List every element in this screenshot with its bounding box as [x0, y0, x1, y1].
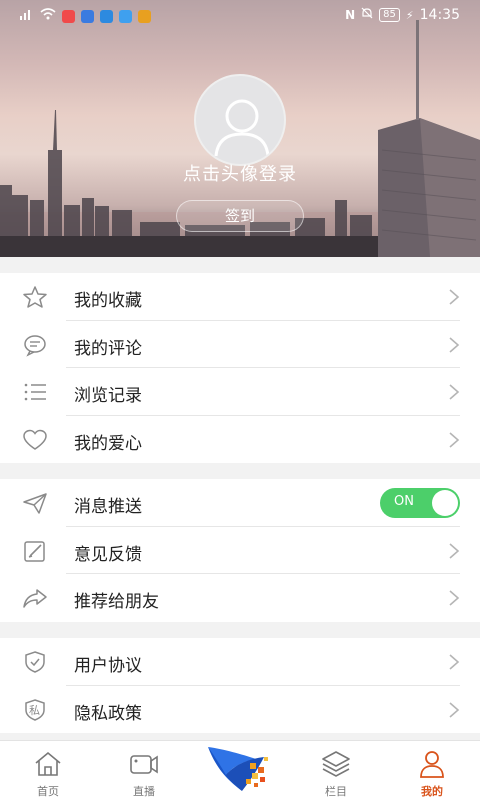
push-notification-toggle[interactable]: ON [380, 488, 460, 518]
share-icon [22, 586, 48, 610]
privacy-badge: 私 [29, 703, 40, 717]
chevron-right-icon [448, 336, 460, 354]
menu-group-personal: 我的收藏 我的评论 浏览记录 我的爱心 [0, 273, 480, 463]
chevron-right-icon [448, 653, 460, 671]
tab-center-logo[interactable] [192, 741, 288, 800]
tab-label: 栏目 [325, 785, 347, 798]
login-prompt[interactable]: 点击头像登录 [0, 160, 480, 186]
notification-app-icon [81, 9, 94, 23]
menu-item-history[interactable]: 浏览记录 [0, 368, 480, 416]
menu-item-label: 推荐给朋友 [74, 592, 159, 612]
user-placeholder-icon [214, 99, 270, 157]
mute-icon [361, 7, 373, 23]
menu-item-label: 我的评论 [74, 338, 142, 359]
send-icon [22, 491, 48, 515]
star-icon [22, 285, 48, 309]
profile-header: N 85 ⚡ 14:35 点击头像登录 签到 [0, 0, 480, 257]
edit-icon [22, 539, 48, 563]
chevron-right-icon [448, 589, 460, 607]
wifi-icon [40, 8, 56, 24]
signal-icon [20, 8, 34, 24]
home-icon [33, 749, 63, 779]
tab-label: 首页 [37, 785, 59, 798]
profile-screen: N 85 ⚡ 14:35 点击头像登录 签到 我的收藏 我的评论 浏览记录 我的… [0, 0, 480, 800]
tab-live[interactable]: 直播 [96, 741, 192, 800]
menu-item-recommend[interactable]: 推荐给朋友 [0, 574, 480, 622]
app-logo-icon [208, 747, 268, 791]
menu-group-settings: 消息推送 ON 意见反馈 推荐给朋友 [0, 479, 480, 622]
menu-item-feedback[interactable]: 意见反馈 [0, 527, 480, 574]
privacy-shield-icon: 私 [22, 698, 48, 722]
menu-item-privacy-policy[interactable]: 私 隐私政策 [0, 686, 480, 734]
menu-item-favorites[interactable]: 我的收藏 [0, 273, 480, 321]
video-camera-icon [129, 749, 159, 779]
menu-item-label: 用户协议 [74, 656, 142, 676]
battery-indicator: 85 [379, 8, 400, 22]
clock: 14:35 [419, 7, 460, 23]
weibo-icon [138, 9, 151, 23]
toggle-state-label: ON [394, 494, 414, 509]
nfc-icon: N [345, 8, 356, 22]
charging-icon: ⚡ [405, 8, 414, 22]
status-bar: N 85 ⚡ 14:35 [0, 0, 480, 30]
chevron-right-icon [448, 542, 460, 560]
tab-columns[interactable]: 栏目 [288, 741, 384, 800]
notification-app-icon [62, 9, 75, 23]
menu-item-label: 浏览记录 [74, 386, 142, 406]
chevron-right-icon [448, 288, 460, 306]
notification-app-icon [100, 9, 113, 23]
chevron-right-icon [448, 431, 460, 449]
user-icon [417, 749, 447, 779]
tab-mine[interactable]: 我的 [384, 741, 480, 800]
tab-home[interactable]: 首页 [0, 741, 96, 800]
menu-item-label: 消息推送 [74, 497, 142, 517]
list-icon [22, 380, 48, 404]
menu-item-user-agreement[interactable]: 用户协议 [0, 638, 480, 686]
menu-item-label: 隐私政策 [74, 703, 142, 724]
toggle-knob [432, 490, 458, 516]
bottom-tab-bar: 首页 直播 栏目 我的 [0, 740, 480, 800]
menu-item-label: 我的爱心 [74, 433, 142, 454]
layers-icon [321, 749, 351, 779]
chevron-right-icon [448, 701, 460, 719]
avatar[interactable] [194, 74, 286, 166]
menu-group-legal: 用户协议 私 隐私政策 [0, 638, 480, 733]
tab-label: 直播 [133, 785, 155, 798]
comment-icon [22, 333, 48, 357]
signin-button[interactable]: 签到 [176, 200, 304, 232]
menu-item-label: 我的收藏 [74, 291, 142, 311]
menu-item-push-notifications: 消息推送 ON [0, 479, 480, 527]
tab-label: 我的 [421, 785, 443, 798]
notification-app-icon [119, 9, 132, 23]
shield-check-icon [22, 650, 48, 674]
heart-icon [22, 428, 48, 452]
menu-item-likes[interactable]: 我的爱心 [0, 416, 480, 464]
menu-item-label: 意见反馈 [74, 544, 142, 565]
menu-item-comments[interactable]: 我的评论 [0, 321, 480, 368]
status-right-icons: N 85 ⚡ 14:35 [345, 7, 460, 23]
status-left-icons [20, 8, 151, 24]
chevron-right-icon [448, 383, 460, 401]
